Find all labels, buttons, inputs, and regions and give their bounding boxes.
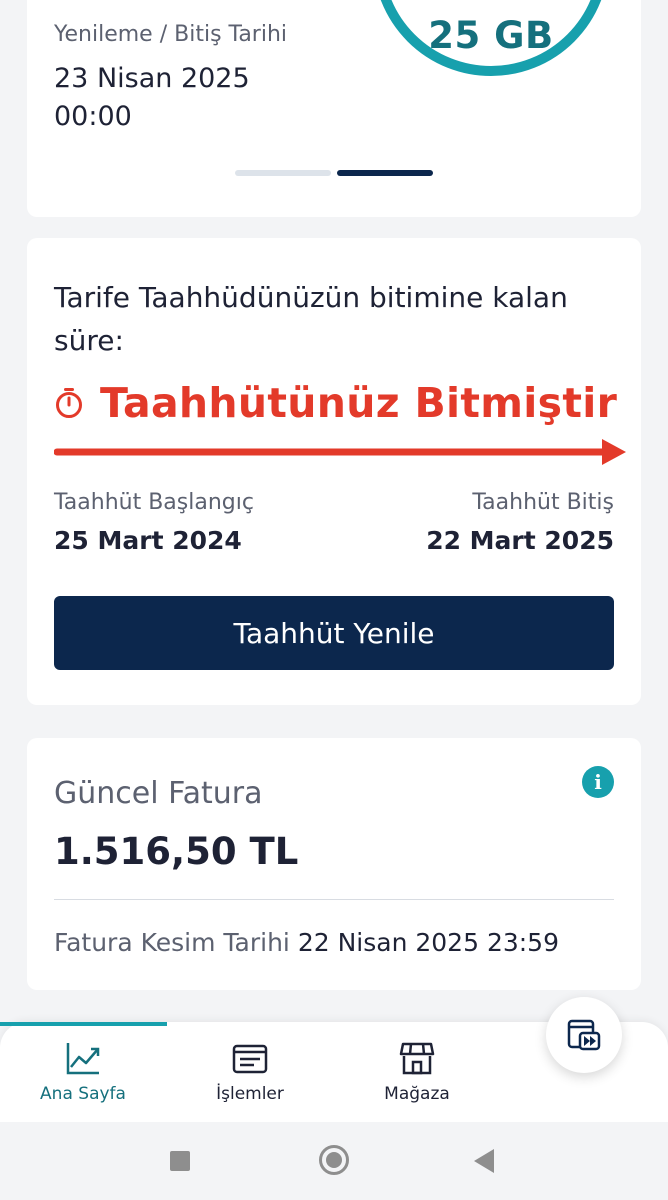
- renewal-date-label: Yenileme / Bitiş Tarihi: [54, 22, 288, 47]
- commitment-card: Tarife Taahhüdünüzün bitimine kalan süre…: [27, 238, 641, 705]
- nav-item-transactions-label: İşlemler: [216, 1084, 284, 1104]
- renewal-date: 23 Nisan 2025: [54, 63, 250, 94]
- info-icon[interactable]: i: [582, 766, 614, 798]
- invoice-title: Güncel Fatura: [54, 776, 263, 811]
- renewal-date-value: 23 Nisan 2025 00:00: [54, 60, 250, 136]
- data-usage-card: Yenileme / Bitiş Tarihi 23 Nisan 2025 00…: [27, 0, 641, 217]
- nav-item-home-label: Ana Sayfa: [40, 1084, 126, 1104]
- current-invoice-card[interactable]: Güncel Fatura i 1.516,50 TL Fatura Kesim…: [27, 738, 641, 990]
- system-navigation-bar: [0, 1122, 668, 1200]
- nav-item-transactions[interactable]: İşlemler: [175, 1022, 325, 1122]
- commitment-end-date: 22 Mart 2025: [426, 526, 614, 555]
- commitment-status-text: Taahhütünüz Bitmiştir: [100, 379, 618, 427]
- commitment-timeline-arrow: [54, 439, 626, 465]
- commitment-start-date: 25 Mart 2024: [54, 526, 242, 555]
- commitment-end-label: Taahhüt Bitiş: [472, 490, 614, 515]
- commitment-status-row: Taahhütünüz Bitmiştir: [54, 378, 617, 428]
- invoice-cutoff-label: Fatura Kesim Tarihi: [54, 928, 290, 957]
- carousel-page-indicator-2-active[interactable]: [337, 170, 433, 176]
- back-icon[interactable]: [474, 1149, 494, 1173]
- stopwatch-icon: [54, 387, 84, 419]
- commitment-remaining-label: Tarife Taahhüdünüzün bitimine kalan süre…: [54, 281, 568, 357]
- renewal-time: 00:00: [54, 101, 132, 132]
- nav-item-store-label: Mağaza: [384, 1084, 450, 1104]
- invoice-amount: 1.516,50 TL: [54, 830, 299, 873]
- recents-icon[interactable]: [170, 1151, 190, 1171]
- invoice-cutoff-value: 22 Nisan 2025 23:59: [297, 928, 559, 957]
- nav-item-store[interactable]: Mağaza: [342, 1022, 492, 1122]
- renew-commitment-button[interactable]: Taahhüt Yenile: [54, 596, 614, 670]
- data-remaining-amount: 25 GB: [428, 14, 554, 57]
- home-icon[interactable]: [319, 1145, 349, 1175]
- commitment-start-label: Taahhüt Başlangıç: [54, 490, 254, 515]
- invoice-divider: [54, 899, 614, 900]
- invoice-cutoff-row: Fatura Kesim Tarihi 22 Nisan 2025 23:59: [54, 928, 614, 957]
- carousel-page-indicator-1[interactable]: [235, 170, 331, 176]
- floating-action-button[interactable]: [546, 997, 622, 1073]
- nav-item-home[interactable]: Ana Sayfa: [8, 1022, 158, 1122]
